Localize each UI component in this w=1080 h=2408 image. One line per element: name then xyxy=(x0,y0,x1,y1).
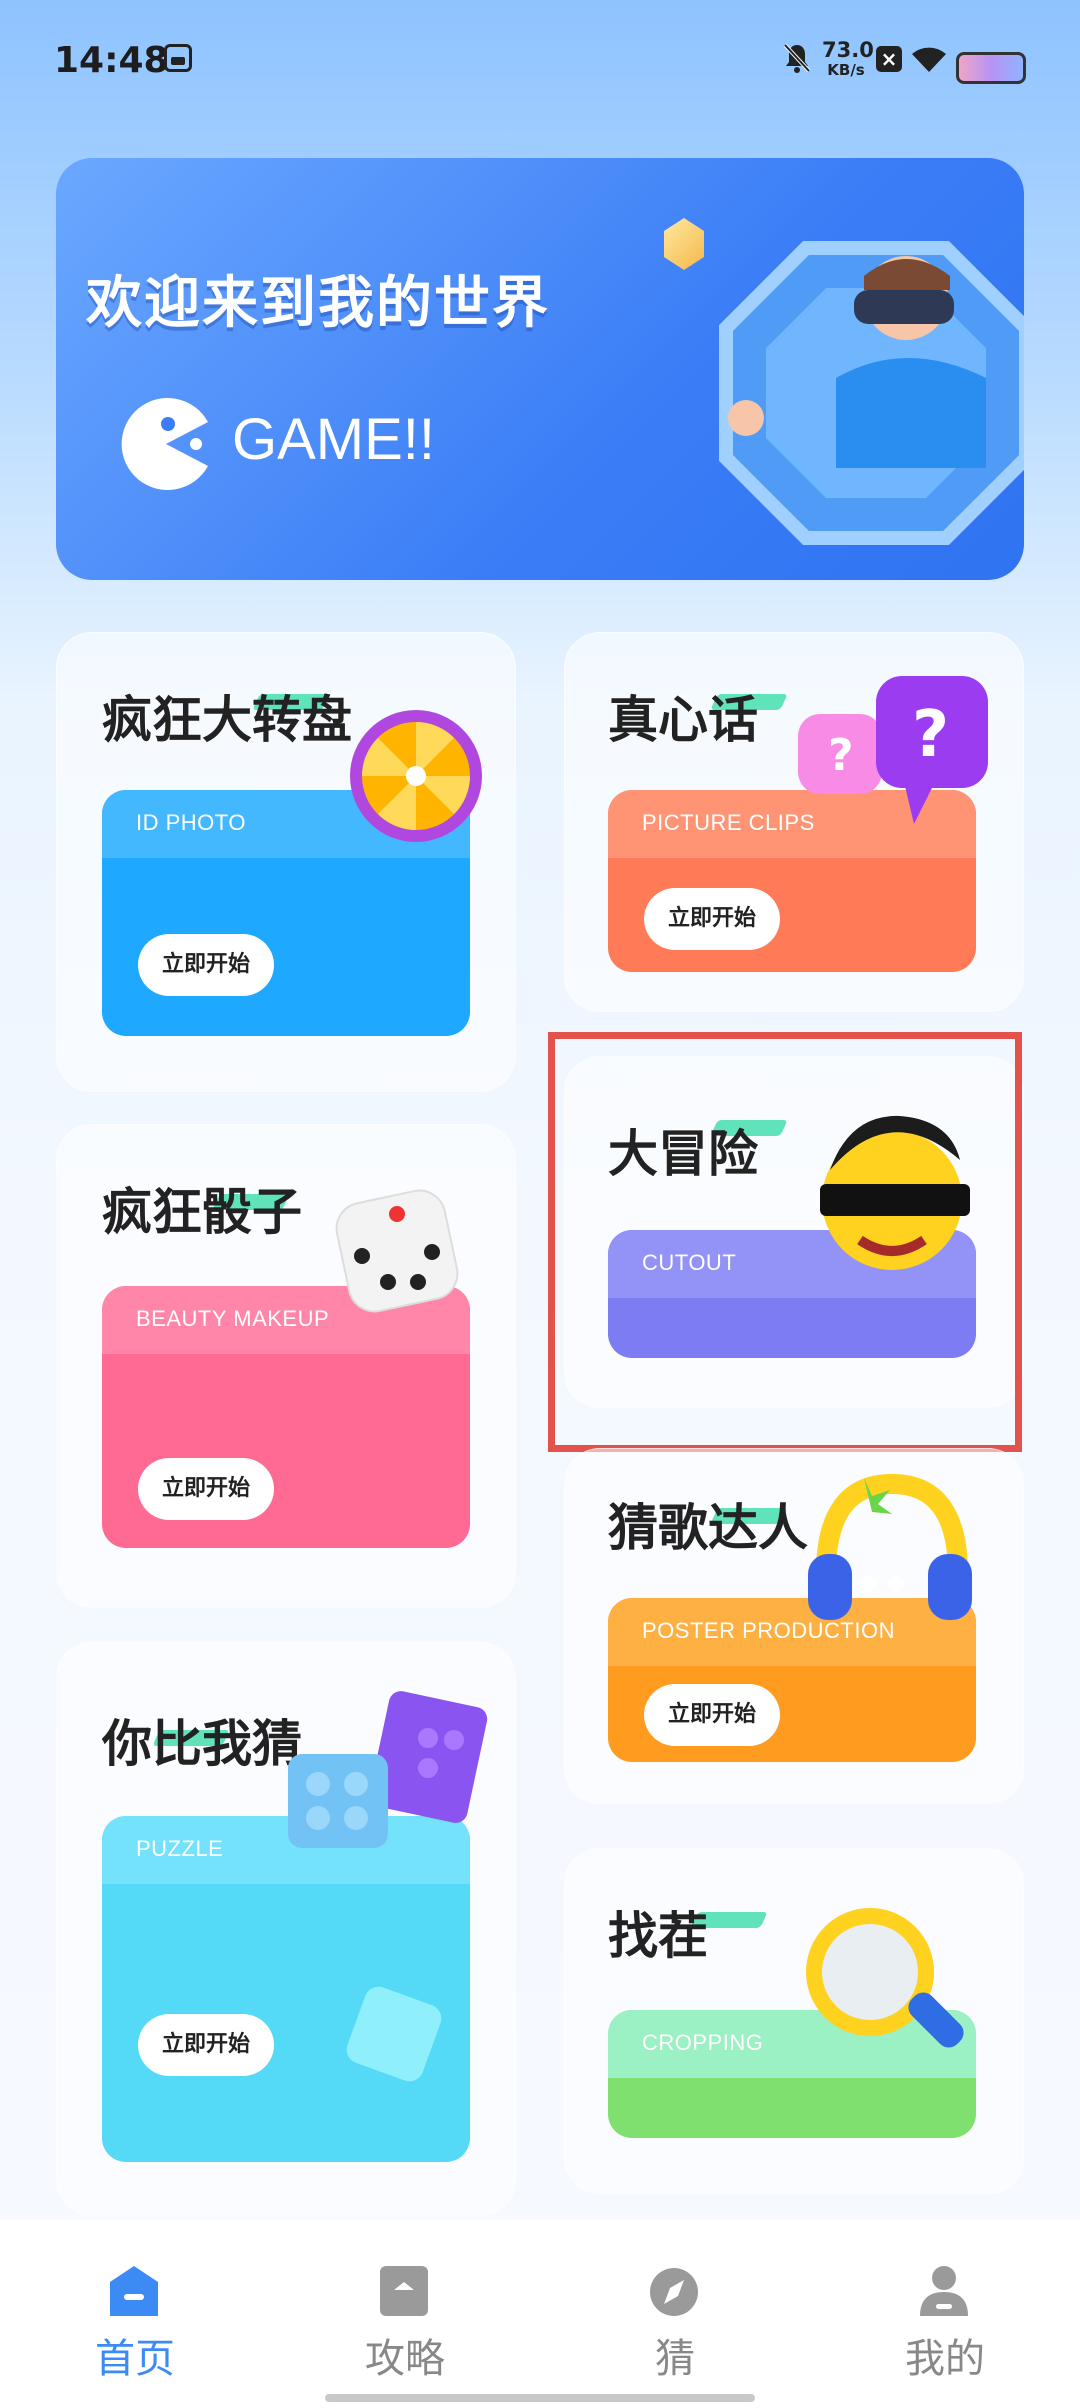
svg-text:?: ? xyxy=(828,730,854,781)
net-speed-value: 73.0 xyxy=(822,38,874,62)
selection-highlight xyxy=(548,1032,1022,1452)
puzzle-piece-icon xyxy=(342,1982,446,2086)
pacman-icon xyxy=(120,398,212,490)
home-indicator[interactable] xyxy=(325,2394,755,2402)
banner-subtitle: GAME!! xyxy=(232,407,436,472)
game-card-dice[interactable]: 疯狂骰子 BEAUTY MAKEUP 立即开始 xyxy=(56,1124,516,1608)
card-panel: BEAUTY MAKEUP 立即开始 xyxy=(102,1286,470,1548)
start-button[interactable]: 立即开始 xyxy=(644,888,780,950)
card-label: BEAUTY MAKEUP xyxy=(136,1306,330,1331)
net-speed-unit: KB/s xyxy=(827,61,865,79)
headphones-icon xyxy=(804,1473,974,1624)
banner-title: 欢迎来到我的世界 xyxy=(86,271,550,336)
start-button[interactable]: 立即开始 xyxy=(138,934,274,996)
card-label: CROPPING xyxy=(642,2030,764,2055)
wifi-icon xyxy=(910,44,948,74)
game-card-spot-difference[interactable]: 找茬 CROPPING xyxy=(564,1848,1024,2194)
question-bubbles-icon: ?? xyxy=(794,672,994,842)
card-title: 猜歌达人 xyxy=(608,1499,808,1557)
card-label: PICTURE CLIPS xyxy=(642,810,815,835)
status-bar: 14:48 73.0 KB/s × xyxy=(0,0,1080,120)
card-title: 你比我猜 xyxy=(102,1715,302,1773)
card-label: ID PHOTO xyxy=(136,810,246,835)
battery-icon xyxy=(956,52,1026,84)
svg-text:?: ? xyxy=(912,698,949,772)
card-title: 疯狂大转盘 xyxy=(102,691,352,749)
gallery-icon xyxy=(164,44,192,72)
mute-icon xyxy=(782,42,812,74)
game-card-song[interactable]: 猜歌达人 POSTER PRODUCTION 立即开始 xyxy=(564,1448,1024,1804)
nav-label-mine: 我的 xyxy=(905,2336,985,2382)
card-title: 疯狂骰子 xyxy=(102,1183,302,1241)
game-card-wheel[interactable]: 疯狂大转盘 ID PHOTO 立即开始 xyxy=(56,632,516,1092)
game-card-truth[interactable]: 真心话 PICTURE CLIPS 立即开始 ?? xyxy=(564,632,1024,1012)
card-title: 真心话 xyxy=(608,691,758,749)
coin-icon xyxy=(664,218,704,270)
building-blocks-icon xyxy=(278,1688,498,1868)
status-time: 14:48 xyxy=(54,40,169,81)
home-icon xyxy=(108,2264,160,2318)
card-label: PUZZLE xyxy=(136,1836,224,1861)
game-card-charades[interactable]: 你比我猜 PUZZLE 立即开始 xyxy=(56,1642,516,2216)
close-icon: × xyxy=(876,46,902,72)
dice-icon xyxy=(332,1186,462,1316)
card-title: 找茬 xyxy=(608,1907,708,1965)
magnifier-icon xyxy=(800,1902,970,2082)
wheel-icon xyxy=(346,706,486,846)
welcome-banner[interactable]: 欢迎来到我的世界 GAME!! xyxy=(56,158,1024,580)
book-icon xyxy=(378,2264,430,2318)
user-icon xyxy=(918,2264,970,2318)
nav-label-guide: 攻略 xyxy=(365,2336,445,2382)
vr-player-illustration xyxy=(716,228,1024,558)
start-button[interactable]: 立即开始 xyxy=(138,1458,274,1520)
start-button[interactable]: 立即开始 xyxy=(138,2014,274,2076)
net-speed: 73.0 KB/s xyxy=(822,38,874,80)
compass-icon xyxy=(648,2264,700,2318)
nav-label-guess: 猜 xyxy=(655,2336,695,2382)
start-button[interactable]: 立即开始 xyxy=(644,1684,780,1746)
bottom-navigation: 首页 攻略 猜 我的 xyxy=(0,2220,1080,2408)
nav-label-home: 首页 xyxy=(95,2336,175,2382)
